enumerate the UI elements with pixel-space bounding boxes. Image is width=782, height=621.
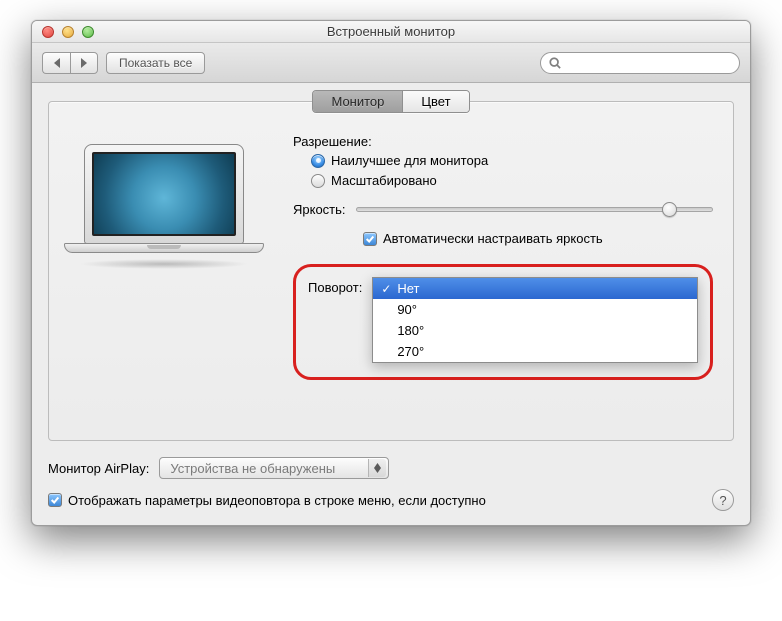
check-icon: ✓ <box>381 282 391 296</box>
rotation-option-180[interactable]: 180° <box>373 320 697 341</box>
mirror-label: Отображать параметры видеоповтора в стро… <box>68 493 486 508</box>
airplay-row: Монитор AirPlay: Устройства не обнаружен… <box>48 457 734 479</box>
tab-color-label: Цвет <box>421 94 450 109</box>
brightness-slider[interactable] <box>356 207 713 212</box>
resolution-best-radio[interactable]: Наилучшее для монитора <box>311 153 713 168</box>
tab-monitor[interactable]: Монитор <box>313 91 402 112</box>
resolution-group: Разрешение: Наилучшее для монитора Масшт… <box>293 134 713 188</box>
traffic-lights <box>32 26 94 38</box>
back-button[interactable] <box>42 52 70 74</box>
auto-brightness-checkbox[interactable]: Автоматически настраивать яркость <box>293 231 713 246</box>
rotation-option-label: 180° <box>397 323 424 338</box>
resolution-scaled-radio[interactable]: Масштабировано <box>311 173 713 188</box>
resolution-scaled-label: Масштабировано <box>331 173 437 188</box>
chevron-right-icon <box>80 58 88 68</box>
check-icon <box>50 495 60 505</box>
rotation-highlight: Поворот: ✓ Нет 90° 180° <box>293 264 713 380</box>
rotation-option-label: Нет <box>397 281 419 296</box>
laptop-screen <box>92 152 236 236</box>
help-icon: ? <box>719 493 726 508</box>
rotation-dropdown[interactable]: ✓ Нет 90° 180° 270° <box>372 277 698 363</box>
content: Монитор Цвет Разрешение: <box>32 83 750 525</box>
tab-color[interactable]: Цвет <box>402 91 468 112</box>
brightness-thumb[interactable] <box>662 202 677 217</box>
footer-row: Отображать параметры видеоповтора в стро… <box>48 489 734 511</box>
help-button[interactable]: ? <box>712 489 734 511</box>
monitor-illustration <box>69 144 259 380</box>
rotation-option-90[interactable]: 90° <box>373 299 697 320</box>
settings-column: Разрешение: Наилучшее для монитора Масшт… <box>293 134 713 380</box>
brightness-row: Яркость: <box>293 202 713 217</box>
close-button[interactable] <box>42 26 54 38</box>
airplay-popup[interactable]: Устройства не обнаружены <box>159 457 389 479</box>
toolbar: Показать все <box>32 43 750 83</box>
auto-brightness-label: Автоматически настраивать яркость <box>383 231 603 246</box>
laptop-body <box>84 144 244 244</box>
nav-segment <box>42 52 98 74</box>
popup-arrows-icon <box>368 459 386 477</box>
airplay-label: Монитор AirPlay: <box>48 461 149 476</box>
airplay-value: Устройства не обнаружены <box>170 461 335 476</box>
search-input[interactable] <box>567 56 731 70</box>
laptop-base <box>64 243 264 253</box>
show-all-button[interactable]: Показать все <box>106 52 205 74</box>
brightness-label: Яркость: <box>293 202 346 217</box>
rotation-option-none[interactable]: ✓ Нет <box>373 278 697 299</box>
chevron-left-icon <box>53 58 61 68</box>
search-icon <box>549 57 561 69</box>
titlebar: Встроенный монитор <box>32 21 750 43</box>
search-field[interactable] <box>540 52 740 74</box>
rotation-option-label: 90° <box>397 302 417 317</box>
window-title: Встроенный монитор <box>32 24 750 39</box>
tab-bar: Монитор Цвет <box>312 90 469 113</box>
radio-icon <box>311 174 325 188</box>
radio-icon <box>311 154 325 168</box>
main-panel: Монитор Цвет Разрешение: <box>48 101 734 441</box>
mirror-checkbox[interactable] <box>48 493 62 507</box>
prefs-window: Встроенный монитор Показать все Монитор <box>31 20 751 526</box>
rotation-option-270[interactable]: 270° <box>373 341 697 362</box>
resolution-best-label: Наилучшее для монитора <box>331 153 488 168</box>
show-all-label: Показать все <box>119 56 192 70</box>
rotation-label: Поворот: <box>308 277 362 295</box>
minimize-button[interactable] <box>62 26 74 38</box>
checkbox-icon <box>363 232 377 246</box>
resolution-label: Разрешение: <box>293 134 713 149</box>
zoom-button[interactable] <box>82 26 94 38</box>
check-icon <box>365 234 375 244</box>
forward-button[interactable] <box>70 52 98 74</box>
rotation-option-label: 270° <box>397 344 424 359</box>
bottom-area: Монитор AirPlay: Устройства не обнаружен… <box>48 457 734 511</box>
laptop-shadow <box>79 259 249 269</box>
tab-monitor-label: Монитор <box>331 94 384 109</box>
